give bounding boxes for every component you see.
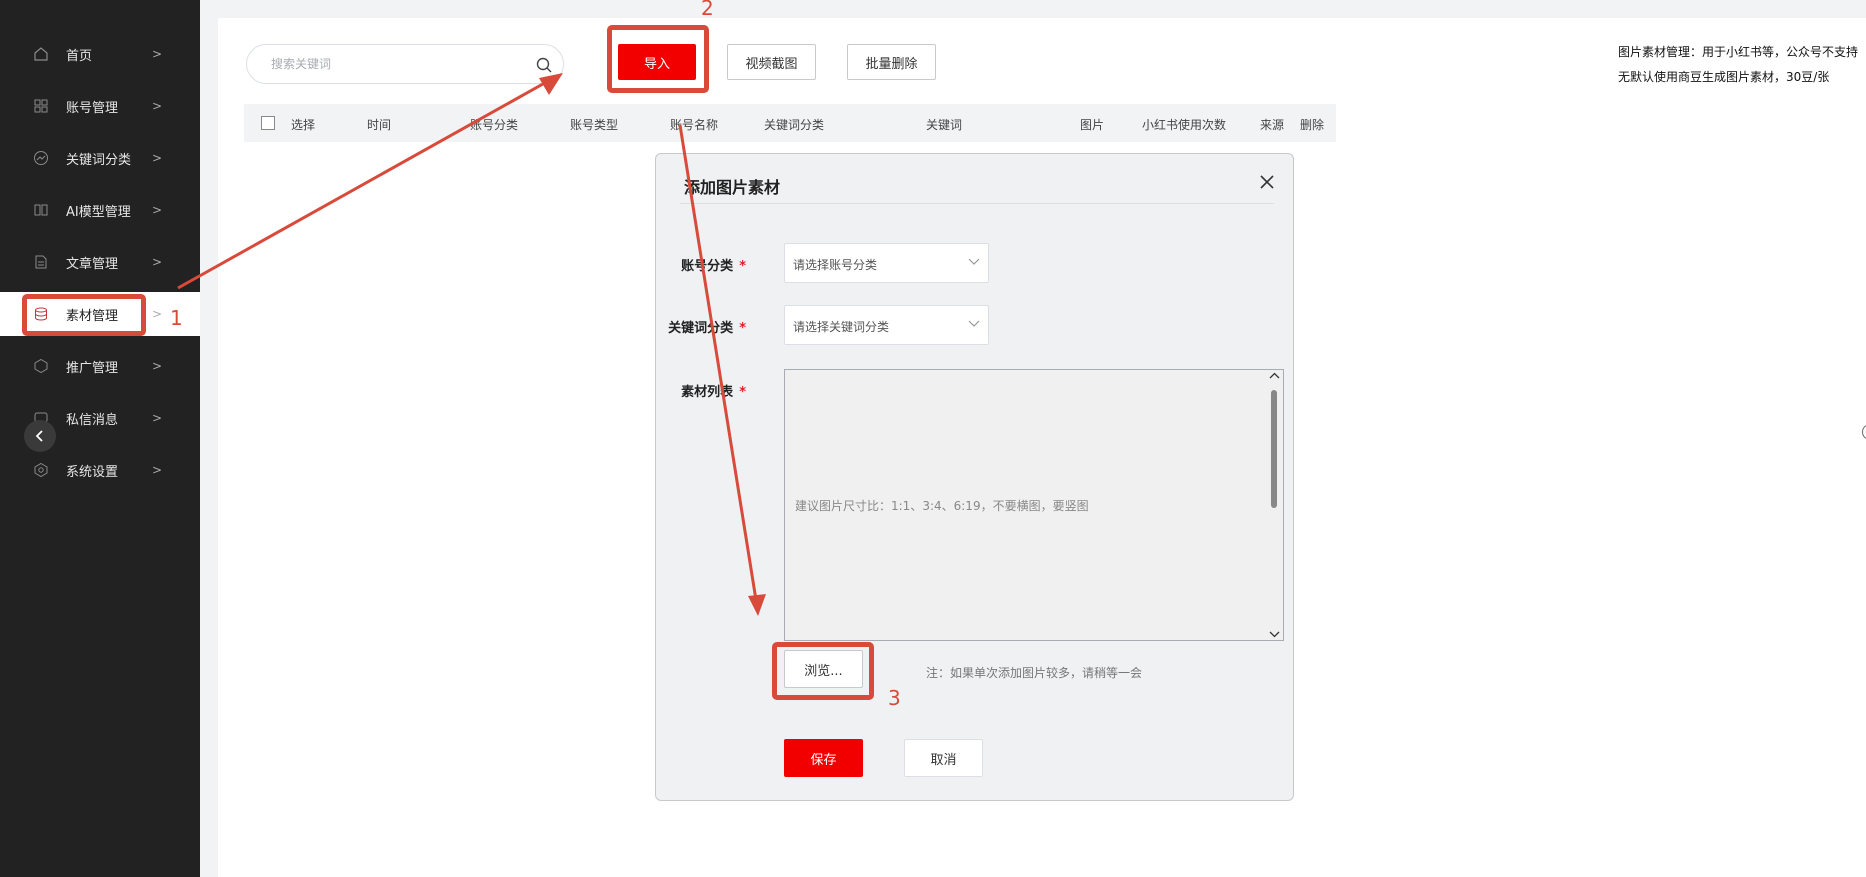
cancel-button[interactable]: 取消 xyxy=(904,739,983,777)
annotation-number-2: 2 xyxy=(701,0,714,20)
annotation-number-3: 3 xyxy=(888,686,901,710)
column-header: 删除 xyxy=(1300,118,1325,132)
hexagon-icon xyxy=(32,357,50,375)
chevron-right-icon: > xyxy=(152,307,163,321)
floating-widget[interactable] xyxy=(1862,424,1866,440)
sidebar: 首页 > 账号管理 > 关键词分类 > AI模型管理 > 文章管理 > 素材管理… xyxy=(0,0,200,877)
dialog-title: 添加图片素材 xyxy=(684,178,781,197)
annotation-box-1 xyxy=(22,294,146,336)
annotation-box-3 xyxy=(772,642,874,700)
column-header: 小红书使用次数 xyxy=(1142,118,1227,132)
chevron-right-icon: > xyxy=(152,359,163,373)
column-header: 来源 xyxy=(1260,118,1285,132)
select-all-checkbox[interactable] xyxy=(261,116,275,130)
sidebar-item-keyword-categories[interactable]: 关键词分类 > xyxy=(0,136,200,180)
column-header: 账号名称 xyxy=(670,118,719,132)
chevron-right-icon: > xyxy=(152,411,163,425)
info-notes: 图片素材管理：用于小红书等，公众号不支持 无默认使用商豆生成图片素材，30豆/张 xyxy=(1618,40,1866,90)
sidebar-item-accounts[interactable]: 账号管理 > xyxy=(0,84,200,128)
account-category-label: 账号分类 * xyxy=(646,255,746,274)
sidebar-item-ai-models[interactable]: AI模型管理 > xyxy=(0,188,200,232)
sidebar-item-promotion[interactable]: 推广管理 > xyxy=(0,344,200,388)
search-icon[interactable] xyxy=(535,56,553,78)
search-box[interactable] xyxy=(246,44,564,84)
chevron-left-icon xyxy=(35,430,43,442)
chevron-right-icon: > xyxy=(152,47,163,61)
sidebar-item-home[interactable]: 首页 > xyxy=(0,32,200,76)
close-icon[interactable] xyxy=(1255,170,1279,194)
content-gutter xyxy=(200,0,218,877)
column-header: 关键词分类 xyxy=(764,118,825,132)
chevron-right-icon: > xyxy=(152,203,163,217)
scrollbar-thumb[interactable] xyxy=(1271,390,1277,508)
trend-icon xyxy=(32,149,50,167)
chevron-down-icon xyxy=(968,320,980,327)
sidebar-item-label: 私信消息 xyxy=(66,412,119,428)
sidebar-item-label: 文章管理 xyxy=(66,256,119,272)
required-mark: * xyxy=(739,321,746,336)
sidebar-item-label: 关键词分类 xyxy=(66,152,132,168)
sidebar-item-label: AI模型管理 xyxy=(66,204,131,220)
keyword-category-select[interactable]: 请选择关键词分类 xyxy=(784,305,989,345)
info-note-line: 无默认使用商豆生成图片素材，30豆/张 xyxy=(1618,70,1830,84)
keyword-category-label: 关键词分类 * xyxy=(646,317,746,336)
sidebar-item-articles[interactable]: 文章管理 > xyxy=(0,240,200,284)
scroll-down-icon xyxy=(1269,631,1280,638)
video-capture-button[interactable]: 视频截图 xyxy=(727,44,816,80)
table-header: 选择 时间 账号分类 账号类型 账号名称 关键词分类 关键词 图片 小红书使用次… xyxy=(244,104,1336,142)
material-list-textarea[interactable]: 建议图片尺寸比：1:1、3:4、6:19，不要横图，要竖图 xyxy=(784,369,1284,641)
vertical-scrollbar[interactable] xyxy=(1266,370,1283,640)
collapse-sidebar-button[interactable] xyxy=(24,420,56,452)
sidebar-item-label: 推广管理 xyxy=(66,360,119,376)
dialog-divider xyxy=(680,203,1274,204)
column-header: 关键词 xyxy=(926,118,963,132)
chevron-down-icon xyxy=(968,258,980,265)
chevron-right-icon: > xyxy=(152,99,163,113)
account-category-select[interactable]: 请选择账号分类 xyxy=(784,243,989,283)
account-category-placeholder: 请选择账号分类 xyxy=(793,258,878,272)
gear-icon xyxy=(32,461,50,479)
account-category-label-text: 账号分类 xyxy=(681,259,734,274)
column-header: 账号类型 xyxy=(570,118,619,132)
keyword-category-label-text: 关键词分类 xyxy=(668,321,734,336)
save-button[interactable]: 保存 xyxy=(784,739,863,777)
document-icon xyxy=(32,253,50,271)
column-header: 图片 xyxy=(1080,118,1105,132)
add-image-material-dialog: 添加图片素材 账号分类 * 请选择账号分类 关键词分类 * 请选择关键词分类 素材列… xyxy=(655,153,1294,801)
top-strip xyxy=(218,0,1866,18)
chevron-right-icon: > xyxy=(152,151,163,165)
book-icon xyxy=(32,201,50,219)
chevron-right-icon: > xyxy=(152,463,163,477)
material-list-placeholder: 建议图片尺寸比：1:1、3:4、6:19，不要横图，要竖图 xyxy=(795,499,1089,513)
info-note-line: 图片素材管理：用于小红书等，公众号不支持 xyxy=(1618,45,1859,59)
required-mark: * xyxy=(739,385,746,400)
column-header: 账号分类 xyxy=(470,118,519,132)
column-header: 时间 xyxy=(367,118,392,132)
chevron-right-icon: > xyxy=(152,255,163,269)
sidebar-item-label: 账号管理 xyxy=(66,100,119,116)
material-list-label-text: 素材列表 xyxy=(681,385,734,400)
sidebar-item-settings[interactable]: 系统设置 > xyxy=(0,448,200,492)
batch-delete-button[interactable]: 批量删除 xyxy=(847,44,936,80)
home-icon xyxy=(32,45,50,63)
scroll-up-icon xyxy=(1269,372,1280,379)
keyword-category-placeholder: 请选择关键词分类 xyxy=(793,320,890,334)
grid-icon xyxy=(32,97,50,115)
column-header: 选择 xyxy=(291,118,316,132)
browse-note: 注：如果单次添加图片较多，请稍等一会 xyxy=(926,666,1143,680)
sidebar-item-label: 首页 xyxy=(66,48,93,64)
annotation-number-1: 1 xyxy=(170,306,183,330)
material-list-label: 素材列表 * xyxy=(646,381,746,400)
required-mark: * xyxy=(739,259,746,274)
sidebar-item-label: 系统设置 xyxy=(66,464,119,480)
annotation-box-2 xyxy=(607,25,709,93)
search-input[interactable] xyxy=(271,54,521,74)
